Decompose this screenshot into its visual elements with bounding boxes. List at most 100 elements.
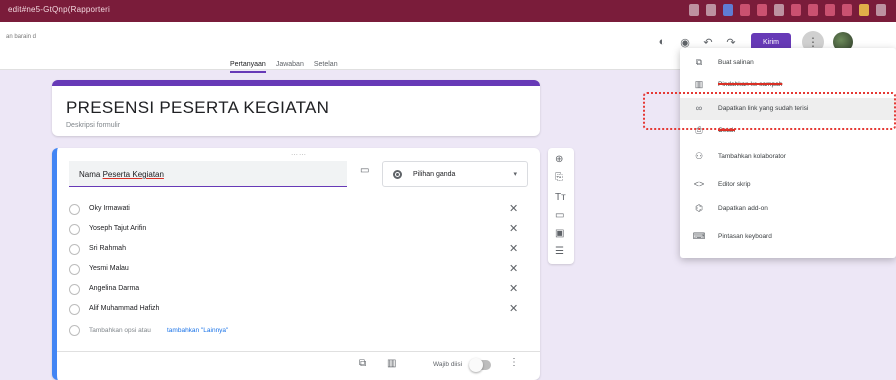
- option-label[interactable]: Yoseph Tajut Arifin: [89, 225, 146, 232]
- add-other-prefix: atau: [138, 327, 151, 334]
- extension-icon[interactable]: [842, 4, 852, 16]
- extension-icon[interactable]: [825, 4, 835, 16]
- extension-icon[interactable]: [740, 4, 750, 16]
- menu-item-label: Dapatkan add-on: [718, 205, 768, 212]
- form-title-card: PRESENSI PESERTA KEGIATAN Deskripsi form…: [52, 80, 540, 136]
- menu-item-script-editor[interactable]: <> Editor skrip: [680, 174, 896, 196]
- option-label[interactable]: Angelina Darma: [89, 285, 139, 292]
- radio-icon: [69, 224, 80, 235]
- menu-item-label: Buat salinan: [718, 59, 754, 66]
- undo-icon[interactable]: ↶: [701, 35, 715, 49]
- extension-icon[interactable]: [808, 4, 818, 16]
- more-vert-icon[interactable]: ⋮: [509, 357, 519, 368]
- trash-icon: ▥: [694, 79, 704, 89]
- radio-icon: [69, 204, 80, 215]
- side-toolbar: ⊕ ⎘ Tт ▭ ▣ ☰: [548, 148, 574, 264]
- remove-option-icon[interactable]: ✕: [509, 282, 518, 295]
- menu-item-label: Pindahkan ke sampah: [718, 81, 783, 88]
- palette-icon[interactable]: ◐: [655, 35, 669, 49]
- add-option-label: Tambahkan opsi: [89, 327, 137, 334]
- menu-item-make-copy[interactable]: ⧉ Buat salinan: [680, 52, 896, 74]
- extension-icon[interactable]: [706, 4, 716, 16]
- menu-item-get-prefilled-link[interactable]: ∞ Dapatkan link yang sudah terisi: [680, 98, 896, 120]
- window-title: edit#ne5-GtQnp(Rapporteri: [8, 5, 110, 14]
- tab-responses[interactable]: Jawaban: [276, 61, 304, 73]
- browser-extension-icons: [689, 4, 886, 16]
- option-row[interactable]: Angelina Darma ✕: [69, 280, 529, 300]
- add-image-icon[interactable]: ▭: [555, 210, 564, 221]
- form-title[interactable]: PRESENSI PESERTA KEGIATAN: [66, 98, 329, 118]
- option-row[interactable]: Oky Irmawati ✕: [69, 200, 529, 220]
- form-description-field[interactable]: Deskripsi formulir: [66, 122, 120, 129]
- copy-icon: ⧉: [695, 57, 703, 67]
- menu-item-keyboard-shortcuts[interactable]: ⌨ Pintasan keyboard: [680, 226, 896, 248]
- add-other-link[interactable]: tambahkan "Lainnya": [167, 327, 228, 334]
- radio-icon: [69, 244, 80, 255]
- required-label: Wajib diisi: [433, 361, 463, 368]
- add-question-icon[interactable]: ⊕: [555, 154, 563, 165]
- menu-item-label: Dapatkan link yang sudah terisi: [718, 105, 809, 112]
- extension-icon[interactable]: [689, 4, 699, 16]
- menu-item-label: Pintasan keyboard: [718, 233, 772, 240]
- document-name[interactable]: an barain d: [6, 33, 46, 41]
- option-row[interactable]: Alif Muhammad Hafizh ✕: [69, 300, 529, 320]
- menu-item-print[interactable]: ⎙ Cetak: [680, 120, 896, 142]
- extension-icon[interactable]: [791, 4, 801, 16]
- option-row[interactable]: Sri Rahmah ✕: [69, 240, 529, 260]
- duplicate-icon[interactable]: ⧉: [359, 358, 366, 369]
- tab-settings[interactable]: Setelan: [314, 61, 338, 73]
- menu-item-add-collaborators[interactable]: ⚇ Tambahkan kolaborator: [680, 146, 896, 168]
- window-titlebar: edit#ne5-GtQnp(Rapporteri: [0, 0, 896, 22]
- remove-option-icon[interactable]: ✕: [509, 202, 518, 215]
- required-toggle[interactable]: [469, 358, 491, 372]
- redo-icon[interactable]: ↷: [724, 35, 738, 49]
- radio-icon: [69, 304, 80, 315]
- remove-option-icon[interactable]: ✕: [509, 262, 518, 275]
- option-row[interactable]: Yoseph Tajut Arifin ✕: [69, 220, 529, 240]
- option-label[interactable]: Yesmi Malau: [89, 265, 129, 272]
- extension-icon[interactable]: [876, 4, 886, 16]
- option-row[interactable]: Yesmi Malau ✕: [69, 260, 529, 280]
- radio-icon: [69, 325, 80, 336]
- extension-icon[interactable]: [757, 4, 767, 16]
- extension-icon[interactable]: [859, 4, 869, 16]
- radio-icon: [393, 170, 402, 179]
- add-collaborator-icon: ⚇: [694, 151, 704, 161]
- radio-icon: [69, 264, 80, 275]
- extension-icon[interactable]: [774, 4, 784, 16]
- add-video-icon[interactable]: ▣: [555, 228, 564, 239]
- radio-icon: [69, 284, 80, 295]
- question-type-label: Pilihan ganda: [413, 171, 456, 178]
- extension-icon[interactable]: [723, 4, 733, 16]
- add-option-link[interactable]: Tambahkan opsi atau: [89, 327, 151, 334]
- preview-eye-icon[interactable]: ◉: [678, 35, 692, 49]
- question-title-field[interactable]: Nama Peserta Kegiatan: [69, 161, 347, 187]
- addon-icon: ⌬: [695, 203, 703, 213]
- import-questions-icon[interactable]: ⎘: [555, 172, 563, 183]
- menu-item-move-to-trash[interactable]: ▥ Pindahkan ke sampah: [680, 74, 896, 96]
- question-card[interactable]: ⋯⋯ Nama Peserta Kegiatan ▭ Pilihan ganda…: [52, 148, 540, 380]
- question-title: Nama Peserta Kegiatan: [79, 170, 164, 179]
- code-icon: <>: [693, 179, 705, 189]
- option-label[interactable]: Alif Muhammad Hafizh: [89, 305, 159, 312]
- question-title-underlined: Peserta Kegiatan: [102, 170, 164, 179]
- menu-item-label: Editor skrip: [718, 181, 751, 188]
- remove-option-icon[interactable]: ✕: [509, 222, 518, 235]
- menu-item-get-addons[interactable]: ⌬ Dapatkan add-on: [680, 198, 896, 220]
- question-type-select[interactable]: Pilihan ganda ▾: [382, 161, 528, 187]
- add-title-icon[interactable]: Tт: [555, 192, 566, 203]
- add-image-icon[interactable]: ▭: [360, 165, 369, 176]
- delete-icon[interactable]: ▥: [387, 358, 396, 369]
- menu-item-label: Tambahkan kolaborator: [718, 153, 786, 160]
- remove-option-icon[interactable]: ✕: [509, 242, 518, 255]
- caret-down-icon: ▾: [513, 171, 517, 178]
- tab-questions[interactable]: Pertanyaan: [230, 61, 266, 73]
- add-section-icon[interactable]: ☰: [555, 246, 564, 257]
- remove-option-icon[interactable]: ✕: [509, 302, 518, 315]
- option-label[interactable]: Sri Rahmah: [89, 245, 126, 252]
- option-label[interactable]: Oky Irmawati: [89, 205, 130, 212]
- print-icon: ⎙: [695, 125, 703, 135]
- more-options-menu: ⧉ Buat salinan ▥ Pindahkan ke sampah ∞ D…: [680, 48, 896, 258]
- menu-item-label: Cetak: [718, 127, 735, 134]
- drag-handle[interactable]: ⋯⋯: [291, 151, 307, 159]
